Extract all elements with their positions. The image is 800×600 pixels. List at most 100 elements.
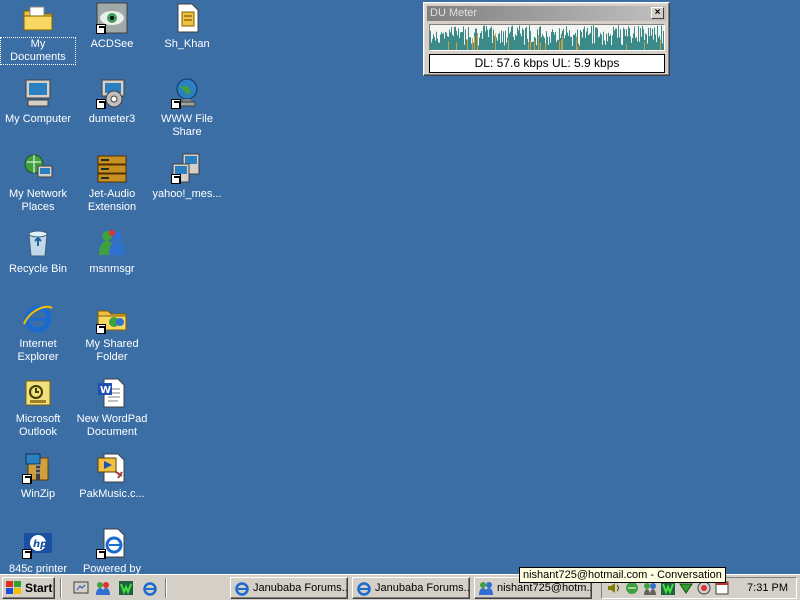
shortcut-arrow-icon	[96, 549, 106, 559]
desktop-icon-jet-audio-extension[interactable]: Jet-Audio Extension	[75, 152, 149, 214]
traffic-bar	[618, 25, 619, 50]
desktop-icon-label: Sh_Khan	[164, 38, 210, 50]
traffic-bar	[635, 38, 636, 50]
traffic-bar	[470, 37, 471, 50]
media-file-icon	[96, 452, 128, 484]
start-button[interactable]: Start	[2, 577, 55, 599]
traffic-bar	[457, 35, 458, 50]
upload-bar	[508, 39, 509, 50]
desktop-icon-845c-printer[interactable]: hp 845c printer	[1, 527, 75, 576]
traffic-bar	[440, 34, 441, 50]
desktop-icon-www-file-share[interactable]: WWW File Share	[150, 77, 224, 139]
upload-bar	[626, 44, 627, 50]
traffic-bar	[645, 33, 646, 50]
traffic-bar	[525, 28, 526, 50]
desktop-icon-acdsee[interactable]: ACDSee	[75, 2, 149, 51]
traffic-bar	[517, 27, 518, 50]
desktop-icon-yahoo-messenger[interactable]: yahoo!_mes...	[150, 152, 224, 201]
traffic-bar	[539, 26, 540, 50]
desktop-icon-label: dumeter3	[88, 113, 136, 125]
traffic-bar	[565, 35, 566, 50]
traffic-bar	[526, 26, 527, 50]
upload-bar	[562, 35, 563, 50]
winamp-icon[interactable]	[118, 580, 134, 596]
traffic-bar	[430, 30, 431, 50]
traffic-bar	[482, 38, 483, 50]
traffic-bar	[479, 37, 480, 50]
desktop-icon-msnmsgr[interactable]: msnmsgr	[75, 227, 149, 276]
traffic-bar	[651, 35, 652, 50]
desktop-icon-dumeter3[interactable]: dumeter3	[75, 77, 149, 126]
desktop-icon-my-shared-folder[interactable]: My Shared Folder	[75, 302, 149, 364]
traffic-bar	[450, 32, 451, 50]
folder-documents-icon	[22, 2, 54, 34]
traffic-bar	[527, 38, 528, 50]
traffic-bar	[460, 32, 461, 50]
traffic-bar	[586, 31, 587, 50]
traffic-bar	[520, 33, 521, 50]
dumeter-installer-icon	[96, 77, 128, 109]
upload-bar	[577, 46, 578, 50]
traffic-bar	[563, 28, 564, 50]
traffic-bar	[499, 32, 500, 50]
traffic-bar	[489, 29, 490, 50]
msn-people-icon[interactable]	[95, 580, 111, 596]
desktop-icon-my-computer[interactable]: My Computer	[1, 77, 75, 126]
desktop-icon-recycle-bin[interactable]: Recycle Bin	[1, 227, 75, 276]
traffic-bar	[656, 42, 657, 50]
traffic-bar	[587, 27, 588, 50]
upload-bar	[545, 43, 546, 50]
traffic-bar	[653, 39, 654, 50]
traffic-bar	[464, 44, 465, 50]
upload-bar	[576, 36, 577, 50]
du-meter-window[interactable]: DU Meter × DL: 57.6 kbps UL: 5.9 kbps	[423, 2, 670, 76]
wordpad-document-icon: W	[96, 377, 128, 409]
desktop-icon-label: New WordPad Document	[76, 413, 148, 438]
desktop-icon-my-documents[interactable]: My Documents	[0, 2, 76, 65]
traffic-bar	[509, 33, 510, 50]
traffic-bar	[571, 36, 572, 50]
traffic-bar	[599, 36, 600, 50]
traffic-bar	[507, 37, 508, 50]
traffic-bar	[444, 38, 445, 50]
shortcut-arrow-icon	[96, 324, 106, 334]
task-button-janubaba-forums-1[interactable]: Janubaba Forums...	[230, 577, 348, 599]
show-desktop-icon[interactable]	[73, 580, 89, 596]
du-meter-traffic-graph	[429, 24, 665, 51]
desktop-icon-label: PakMusic.c...	[79, 488, 145, 500]
traffic-bar	[488, 37, 489, 50]
clock[interactable]: 7:31 PM	[747, 581, 788, 595]
traffic-bar	[608, 32, 609, 50]
traffic-bar	[483, 26, 484, 50]
traffic-bar	[637, 41, 638, 50]
upload-bar	[534, 40, 535, 50]
traffic-bar	[442, 33, 443, 50]
traffic-bar	[437, 38, 438, 50]
desktop[interactable]: My Documents My Computer My Network Plac…	[0, 0, 800, 576]
shared-folder-icon	[96, 302, 128, 334]
traffic-bar	[493, 29, 494, 50]
traffic-bar	[638, 26, 639, 50]
desktop-icon-new-wordpad-document[interactable]: W New WordPad Document	[75, 377, 149, 439]
traffic-bar	[619, 37, 620, 50]
task-button-janubaba-forums-2[interactable]: Janubaba Forums...	[352, 577, 470, 599]
desktop-icon-my-network-places[interactable]: My Network Places	[1, 152, 75, 214]
desktop-icon-internet-explorer[interactable]: Internet Explorer	[1, 302, 75, 364]
traffic-bar	[512, 25, 513, 50]
desktop-icon-microsoft-outlook[interactable]: Microsoft Outlook	[1, 377, 75, 439]
traffic-bar	[478, 45, 479, 50]
internet-explorer-icon[interactable]	[142, 580, 158, 596]
desktop-icon-pakmusic[interactable]: PakMusic.c...	[75, 452, 149, 501]
du-meter-titlebar[interactable]: DU Meter ×	[427, 6, 666, 21]
desktop-icon-sh-khan[interactable]: Sh_Khan	[150, 2, 224, 51]
traffic-bar	[546, 31, 547, 50]
desktop-icon-powered-by[interactable]: Powered by	[75, 527, 149, 576]
traffic-bar	[595, 27, 596, 50]
traffic-bar	[612, 35, 613, 50]
upload-bar	[495, 33, 496, 50]
close-button[interactable]: ×	[651, 7, 664, 19]
desktop-icon-label: Recycle Bin	[8, 263, 68, 275]
desktop-icon-winzip[interactable]: WinZip	[1, 452, 75, 501]
traffic-bar	[579, 45, 580, 50]
traffic-bar	[652, 28, 653, 50]
